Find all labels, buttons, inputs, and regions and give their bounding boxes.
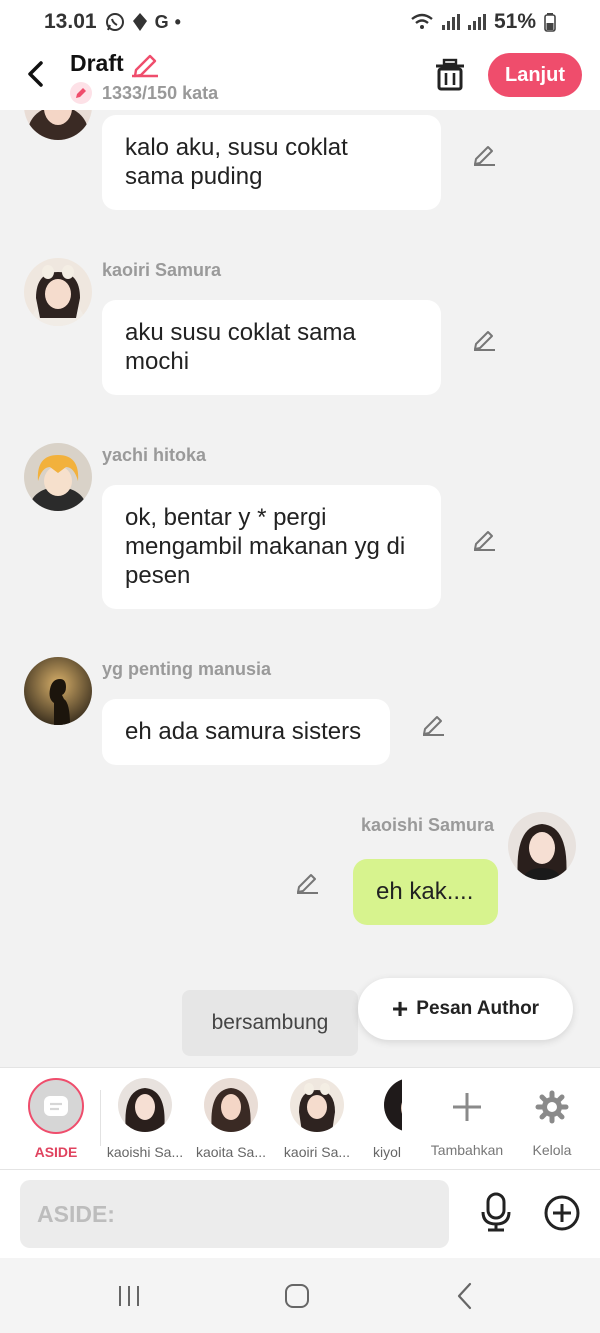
edit-message-icon[interactable] — [471, 326, 497, 352]
avatar[interactable] — [24, 258, 92, 326]
app-header: Draft 1333/150 kata Lanjut — [0, 44, 600, 110]
character-label: kaoishi Sa... — [106, 1144, 184, 1160]
edit-message-icon[interactable] — [294, 869, 320, 895]
message-input[interactable] — [20, 1180, 449, 1248]
status-time: 13.01 — [44, 10, 97, 33]
character-bar: ASIDE kaoishi Sa... kaoita Sa... kaoiri … — [0, 1067, 600, 1170]
message-line: sama puding — [125, 163, 263, 190]
message-line: aku susu coklat sama — [125, 319, 356, 346]
message-line: eh ada samura sisters — [125, 718, 362, 745]
aside-icon — [28, 1078, 84, 1134]
home-icon[interactable] — [277, 1280, 317, 1312]
character-label: ASIDE — [34, 1144, 78, 1160]
message-bubble-self[interactable]: eh kak.... — [353, 859, 498, 925]
sender-name: kaoiri Samura — [102, 260, 222, 280]
sender-name: kaoishi Samura — [361, 815, 495, 835]
message-line: mengambil makanan yg di — [125, 533, 406, 560]
message-bubble[interactable]: ok, bentar y * pergi mengambil makanan y… — [102, 485, 441, 609]
signal-app-icon — [132, 13, 147, 31]
signal-strength-icon-2 — [467, 14, 486, 30]
signal-strength-icon — [441, 14, 460, 30]
avatar — [118, 1078, 172, 1132]
google-icon: G — [154, 11, 169, 32]
trash-icon[interactable] — [434, 58, 466, 92]
page-title: Draft — [70, 50, 124, 76]
recent-apps-icon[interactable] — [109, 1280, 149, 1312]
microphone-icon[interactable] — [478, 1192, 514, 1232]
continue-label[interactable]: bersambung — [182, 990, 358, 1056]
character-label: kiyol — [373, 1144, 402, 1160]
avatar[interactable] — [508, 812, 576, 880]
dot-icon: • — [174, 11, 181, 32]
status-bar: 13.01 G • 51% — [0, 0, 600, 44]
edit-message-icon[interactable] — [420, 711, 446, 737]
tool-label: Kelola — [532, 1142, 572, 1158]
gear-icon — [535, 1090, 569, 1124]
chat-area[interactable]: kalo aku, susu coklat sama puding kaoiri… — [0, 110, 600, 1067]
character-item[interactable]: kaoishi Sa... — [102, 1078, 188, 1160]
character-label: kaoiri Sa... — [283, 1144, 351, 1160]
battery-icon — [544, 13, 556, 32]
plus-icon: + — [391, 993, 409, 1024]
sender-name: yg penting manusia — [102, 659, 272, 679]
message-line: mochi — [125, 348, 190, 375]
whatsapp-icon — [105, 13, 124, 31]
message-line: ok, bentar y * pergi — [125, 504, 327, 531]
tool-label: Tambahkan — [430, 1142, 504, 1158]
message-bubble[interactable]: aku susu coklat sama mochi — [102, 300, 441, 395]
edit-title-icon[interactable] — [130, 50, 160, 78]
message-line: eh kak.... — [376, 878, 474, 905]
wifi-icon — [411, 13, 433, 29]
next-button[interactable]: Lanjut — [488, 53, 582, 97]
avatar[interactable] — [24, 657, 92, 725]
avatar — [204, 1078, 258, 1132]
add-character-button[interactable]: Tambahkan — [422, 1080, 512, 1158]
avatar[interactable] — [24, 110, 92, 140]
message-bubble[interactable]: kalo aku, susu coklat sama puding — [102, 115, 441, 210]
message-line: pesen — [125, 562, 191, 589]
sender-name: yachi hitoka — [102, 445, 207, 465]
system-nav-bar — [0, 1258, 600, 1333]
pencil-icon — [70, 82, 92, 104]
back-icon[interactable] — [445, 1280, 485, 1312]
message-line: kalo aku, susu coklat — [125, 134, 348, 161]
character-aside[interactable]: ASIDE — [13, 1078, 99, 1160]
avatar[interactable] — [24, 443, 92, 511]
chevron-left-icon[interactable] — [22, 58, 50, 90]
divider — [100, 1090, 101, 1146]
character-item[interactable]: kaoiri Sa... — [274, 1078, 360, 1160]
plus-icon — [453, 1093, 481, 1121]
add-circle-icon[interactable] — [543, 1194, 581, 1232]
word-count: 1333/150 kata — [102, 83, 219, 103]
battery-percent: 51% — [493, 10, 536, 33]
avatar — [384, 1078, 402, 1132]
composer — [0, 1170, 600, 1258]
character-label: kaoita Sa... — [195, 1144, 267, 1160]
author-message-button[interactable]: + Pesan Author — [358, 978, 573, 1040]
character-item[interactable]: kiyol — [360, 1078, 402, 1160]
notification-icons: G • — [105, 12, 181, 33]
manage-characters-button[interactable]: Kelola — [507, 1080, 597, 1158]
author-message-label: Pesan Author — [416, 998, 540, 1019]
character-item[interactable]: kaoita Sa... — [188, 1078, 274, 1160]
message-bubble[interactable]: eh ada samura sisters — [102, 699, 390, 765]
avatar — [290, 1078, 344, 1132]
edit-message-icon[interactable] — [471, 141, 497, 167]
edit-message-icon[interactable] — [471, 526, 497, 552]
